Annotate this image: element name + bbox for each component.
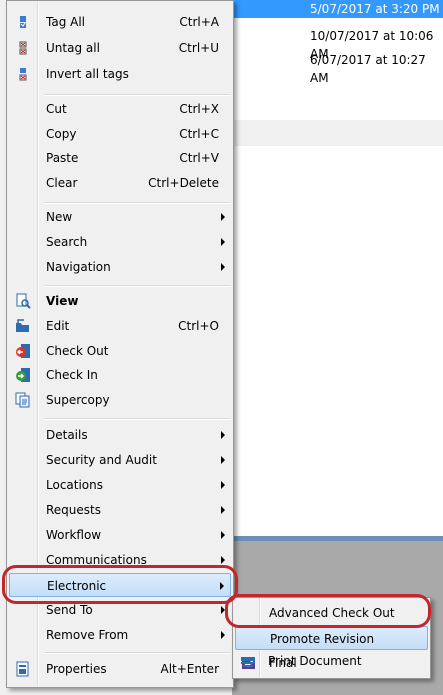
- menu-item-label: Check Out: [46, 344, 109, 358]
- submenu-arrow-icon: [221, 263, 225, 271]
- menu-item-label: Requests: [46, 503, 101, 517]
- menu-item-tag-all[interactable]: Tag All Ctrl+A: [9, 10, 231, 34]
- submenu-arrow-icon: [221, 431, 225, 439]
- menu-item-label: Edit: [46, 319, 70, 333]
- menu-item-cut[interactable]: Cut Ctrl+X: [9, 97, 231, 121]
- menu-item-label: Navigation: [46, 260, 111, 274]
- submenu-item-label: Print Document: [268, 654, 362, 668]
- date-cell: 6/07/2017 at 10:27 AM: [310, 53, 426, 85]
- shortcut-label: Ctrl+X: [179, 102, 219, 116]
- menu-separator: [45, 418, 231, 420]
- submenu-arrow-icon: [221, 213, 225, 221]
- invert-tags-icon: [19, 68, 27, 81]
- menu-item-copy[interactable]: Copy Ctrl+C: [9, 122, 231, 146]
- menu-item-label: Properties: [46, 662, 107, 676]
- menu-item-new[interactable]: New: [9, 205, 231, 229]
- menu-item-label: Locations: [46, 478, 104, 492]
- check-in-icon: [16, 368, 30, 382]
- menu-item-supercopy[interactable]: Supercopy: [9, 388, 231, 412]
- menu-item-label: Workflow: [46, 528, 102, 542]
- submenu-item-promote-revision[interactable]: Promote Revision: [235, 626, 428, 650]
- properties-icon: [16, 661, 29, 677]
- menu-item-label: View: [46, 289, 78, 313]
- shortcut-label: Ctrl+V: [179, 151, 219, 165]
- submenu-arrow-icon: [221, 456, 225, 464]
- menu-item-locations[interactable]: Locations: [9, 473, 231, 497]
- check-out-icon: [16, 344, 30, 358]
- submenu-arrow-icon: [221, 631, 225, 639]
- submenu-arrow-icon: [221, 556, 225, 564]
- menu-item-label: Check In: [46, 368, 98, 382]
- view-icon: [16, 293, 31, 309]
- menu-item-navigation[interactable]: Navigation: [9, 255, 231, 279]
- menu-item-properties[interactable]: Properties Alt+Enter: [9, 657, 231, 681]
- shortcut-label: Alt+Enter: [160, 662, 219, 676]
- list-row-date[interactable]: 10/07/2017 at 10:06 AM: [232, 27, 443, 61]
- menu-item-label: Details: [46, 428, 88, 442]
- menu-item-details[interactable]: Details: [9, 423, 231, 447]
- supercopy-icon: [15, 392, 30, 408]
- list-row-date[interactable]: 6/07/2017 at 10:27 AM: [232, 51, 443, 85]
- menu-item-label: Security and Audit: [46, 453, 157, 467]
- menu-separator: [45, 285, 231, 287]
- menu-item-label: Copy: [46, 127, 77, 141]
- submenu-item-label: Promote Revision: [270, 632, 375, 646]
- menu-item-edit[interactable]: Edit Ctrl+O: [9, 314, 231, 338]
- menu-item-label: Tag All: [46, 15, 86, 29]
- menu-item-security-and-audit[interactable]: Security and Audit: [9, 448, 231, 472]
- preview-pane: [232, 146, 443, 538]
- shortcut-label: Ctrl+Delete: [148, 176, 219, 190]
- shortcut-label: Ctrl+O: [178, 319, 219, 333]
- edit-icon: [16, 319, 29, 332]
- shortcut-label: Ctrl+U: [178, 41, 219, 55]
- menu-separator: [45, 652, 231, 654]
- submenu-arrow-icon: [221, 481, 225, 489]
- menu-item-label: Untag all: [46, 41, 100, 55]
- menu-separator: [45, 94, 231, 96]
- menu-item-label: Supercopy: [46, 393, 110, 407]
- menu-separator: [45, 202, 231, 204]
- submenu-item-print-document[interactable]: Print Document: [234, 649, 427, 673]
- menu-item-label: Remove From: [46, 628, 129, 642]
- menu-item-workflow[interactable]: Workflow: [9, 523, 231, 547]
- annotation-ring-electronic: [2, 565, 238, 604]
- menu-item-label: Search: [46, 235, 88, 249]
- menu-item-label: Clear: [46, 176, 78, 190]
- menu-item-requests[interactable]: Requests: [9, 498, 231, 522]
- menu-item-search[interactable]: Search: [9, 230, 231, 254]
- menu-item-invert-all-tags[interactable]: Invert all tags: [9, 62, 231, 86]
- untag-icon: [19, 41, 27, 55]
- tag-icon: [20, 16, 26, 28]
- panel-header: [232, 120, 443, 147]
- menu-item-clear[interactable]: Clear Ctrl+Delete: [9, 171, 231, 195]
- menu-item-label: Cut: [46, 102, 67, 116]
- shortcut-label: Ctrl+C: [179, 127, 219, 141]
- submenu-arrow-icon: [221, 506, 225, 514]
- print-document-icon: [241, 657, 255, 667]
- menu-item-remove-from[interactable]: Remove From: [9, 623, 231, 647]
- menu-item-label: Invert all tags: [46, 67, 129, 81]
- menu-item-label: New: [46, 210, 73, 224]
- menu-item-check-in[interactable]: Check In: [9, 363, 231, 387]
- submenu-arrow-icon: [221, 531, 225, 539]
- submenu-arrow-icon: [221, 238, 225, 246]
- list-row-date[interactable]: 5/07/2017 at 3:20 PM: [232, 0, 443, 18]
- menu-item-label: Paste: [46, 151, 79, 165]
- menu-item-label-text: View: [46, 294, 79, 308]
- shortcut-label: Ctrl+A: [179, 15, 219, 29]
- menu-item-paste[interactable]: Paste Ctrl+V: [9, 146, 231, 170]
- menu-item-check-out[interactable]: Check Out: [9, 339, 231, 363]
- date-cell: 5/07/2017 at 3:20 PM: [310, 2, 440, 16]
- menu-item-view[interactable]: View: [9, 289, 231, 313]
- document-list: 5/07/2017 at 3:20 PM 10/07/2017 at 10:06…: [232, 0, 443, 120]
- menu-item-untag-all[interactable]: Untag all Ctrl+U: [9, 36, 231, 60]
- annotation-ring-promote-revision: [225, 594, 431, 628]
